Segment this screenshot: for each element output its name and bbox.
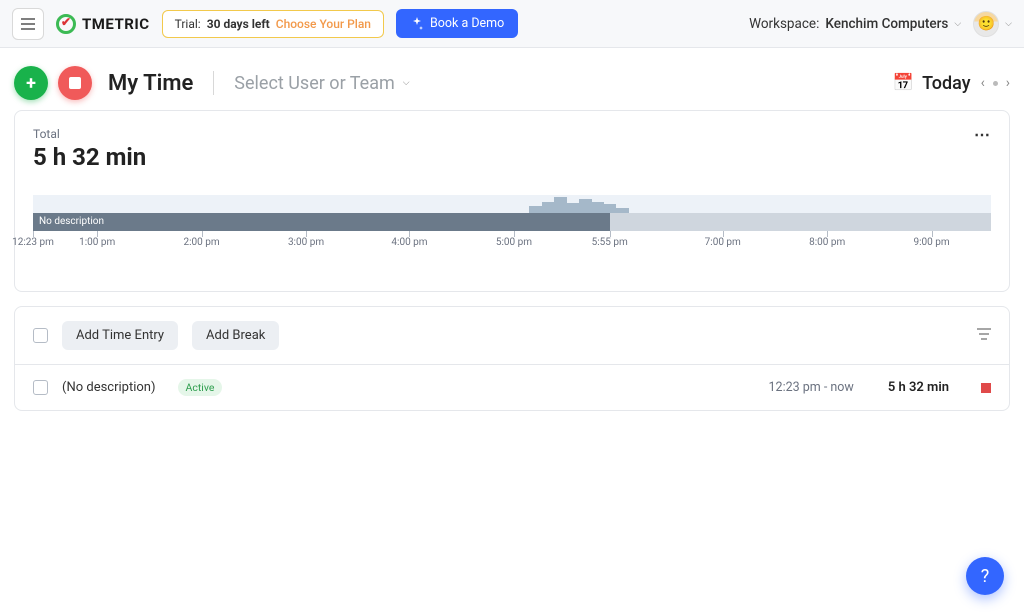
chevron-down-icon: ⌵ xyxy=(954,19,961,29)
prev-day-button[interactable]: ‹ xyxy=(981,75,985,91)
workspace-picker[interactable]: Workspace: Kenchim Computers ⌵ xyxy=(749,16,961,32)
activity-bar xyxy=(554,197,566,213)
timeline-future-bar xyxy=(610,213,991,231)
help-button[interactable]: ? xyxy=(966,557,1004,595)
timeline: No description 12:23 pm1:00 pm2:00 pm3:0… xyxy=(33,195,991,251)
book-demo-button[interactable]: Book a Demo xyxy=(396,9,518,38)
divider xyxy=(213,71,214,95)
workspace-name: Kenchim Computers xyxy=(825,16,948,32)
today-dot-button[interactable] xyxy=(993,81,998,86)
demo-sparkle-icon xyxy=(410,17,424,31)
date-nav-controls: ‹ › xyxy=(981,75,1010,91)
next-day-button[interactable]: › xyxy=(1006,75,1010,91)
timeline-tick-label: 8:00 pm xyxy=(809,237,845,248)
sort-button[interactable] xyxy=(977,328,991,344)
timeline-entry-bar[interactable]: No description xyxy=(33,213,610,231)
timeline-tick-label: 7:00 pm xyxy=(705,237,741,248)
chevron-down-icon: ⌵ xyxy=(403,78,410,88)
timeline-tick-label: 5:55 pm xyxy=(592,237,628,248)
hamburger-icon xyxy=(21,18,35,30)
entries-card: Add Time Entry Add Break (No description… xyxy=(14,306,1010,411)
add-break-button[interactable]: Add Break xyxy=(192,321,279,350)
date-label: Today xyxy=(922,73,971,94)
activity-chart xyxy=(33,195,991,213)
total-card: Total 5 h 32 min ⋯ No description 12:23 … xyxy=(14,110,1010,292)
timeline-tick-label: 2:00 pm xyxy=(184,237,220,248)
page-title: My Time xyxy=(108,71,193,96)
sort-icon xyxy=(977,328,991,340)
total-label: Total xyxy=(33,127,991,141)
timeline-tick-label: 9:00 pm xyxy=(914,237,950,248)
timeline-ticks: 12:23 pm1:00 pm2:00 pm3:00 pm4:00 pm5:00… xyxy=(33,237,991,251)
timeline-tick-label: 12:23 pm xyxy=(12,237,54,248)
date-nav: 📅 Today ‹ › xyxy=(893,73,1010,94)
activity-bar xyxy=(542,202,554,213)
timeline-lane[interactable]: No description xyxy=(33,195,991,231)
brand-logo[interactable]: TMETRIC xyxy=(56,14,150,34)
card-menu-button[interactable]: ⋯ xyxy=(974,125,991,144)
activity-bar xyxy=(529,206,541,213)
user-menu[interactable]: 🙂 ⌵ xyxy=(973,11,1012,37)
activity-bar xyxy=(567,203,579,213)
select-all-checkbox[interactable] xyxy=(33,328,48,343)
help-icon: ? xyxy=(981,566,990,587)
timeline-tick-label: 3:00 pm xyxy=(288,237,324,248)
page-header: + My Time Select User or Team ⌵ 📅 Today … xyxy=(0,48,1024,110)
workspace-label: Workspace: xyxy=(749,16,819,32)
timeline-tick-label: 1:00 pm xyxy=(79,237,115,248)
chevron-down-icon: ⌵ xyxy=(1005,19,1012,29)
top-bar: TMETRIC Trial: 30 days left Choose Your … xyxy=(0,0,1024,48)
choose-plan-link[interactable]: Choose Your Plan xyxy=(276,17,371,31)
add-time-button[interactable]: + xyxy=(14,66,48,100)
entry-time-range: 12:23 pm - now xyxy=(769,380,854,395)
select-user-team-label: Select User or Team xyxy=(234,73,394,94)
trial-prefix: Trial: xyxy=(175,17,201,31)
status-badge: Active xyxy=(178,379,223,396)
brand-name: TMETRIC xyxy=(82,15,150,33)
select-user-team-picker[interactable]: Select User or Team ⌵ xyxy=(234,73,409,94)
activity-bar xyxy=(592,202,604,213)
menu-toggle-button[interactable] xyxy=(12,8,44,40)
entry-description: (No description) xyxy=(62,380,156,395)
add-time-entry-button[interactable]: Add Time Entry xyxy=(62,321,178,350)
entry-row[interactable]: (No description) Active 12:23 pm - now 5… xyxy=(15,365,1009,410)
user-avatar-icon: 🙂 xyxy=(973,11,999,37)
activity-bar xyxy=(579,199,591,213)
calendar-icon: 📅 xyxy=(893,73,914,93)
entry-checkbox[interactable] xyxy=(33,380,48,395)
book-demo-label: Book a Demo xyxy=(430,16,504,31)
entry-duration: 5 h 32 min xyxy=(888,380,949,395)
timeline-tick-label: 5:00 pm xyxy=(496,237,532,248)
recording-indicator-icon xyxy=(981,383,991,393)
stop-icon xyxy=(69,77,81,89)
date-picker[interactable]: 📅 Today xyxy=(893,73,971,94)
trial-banner[interactable]: Trial: 30 days left Choose Your Plan xyxy=(162,10,384,38)
total-value: 5 h 32 min xyxy=(33,143,991,171)
stop-timer-button[interactable] xyxy=(58,66,92,100)
timeline-tick-label: 4:00 pm xyxy=(391,237,427,248)
entries-toolbar: Add Time Entry Add Break xyxy=(15,307,1009,365)
activity-bar xyxy=(604,204,616,213)
logo-mark-icon xyxy=(56,14,76,34)
trial-days: 30 days left xyxy=(207,17,270,31)
